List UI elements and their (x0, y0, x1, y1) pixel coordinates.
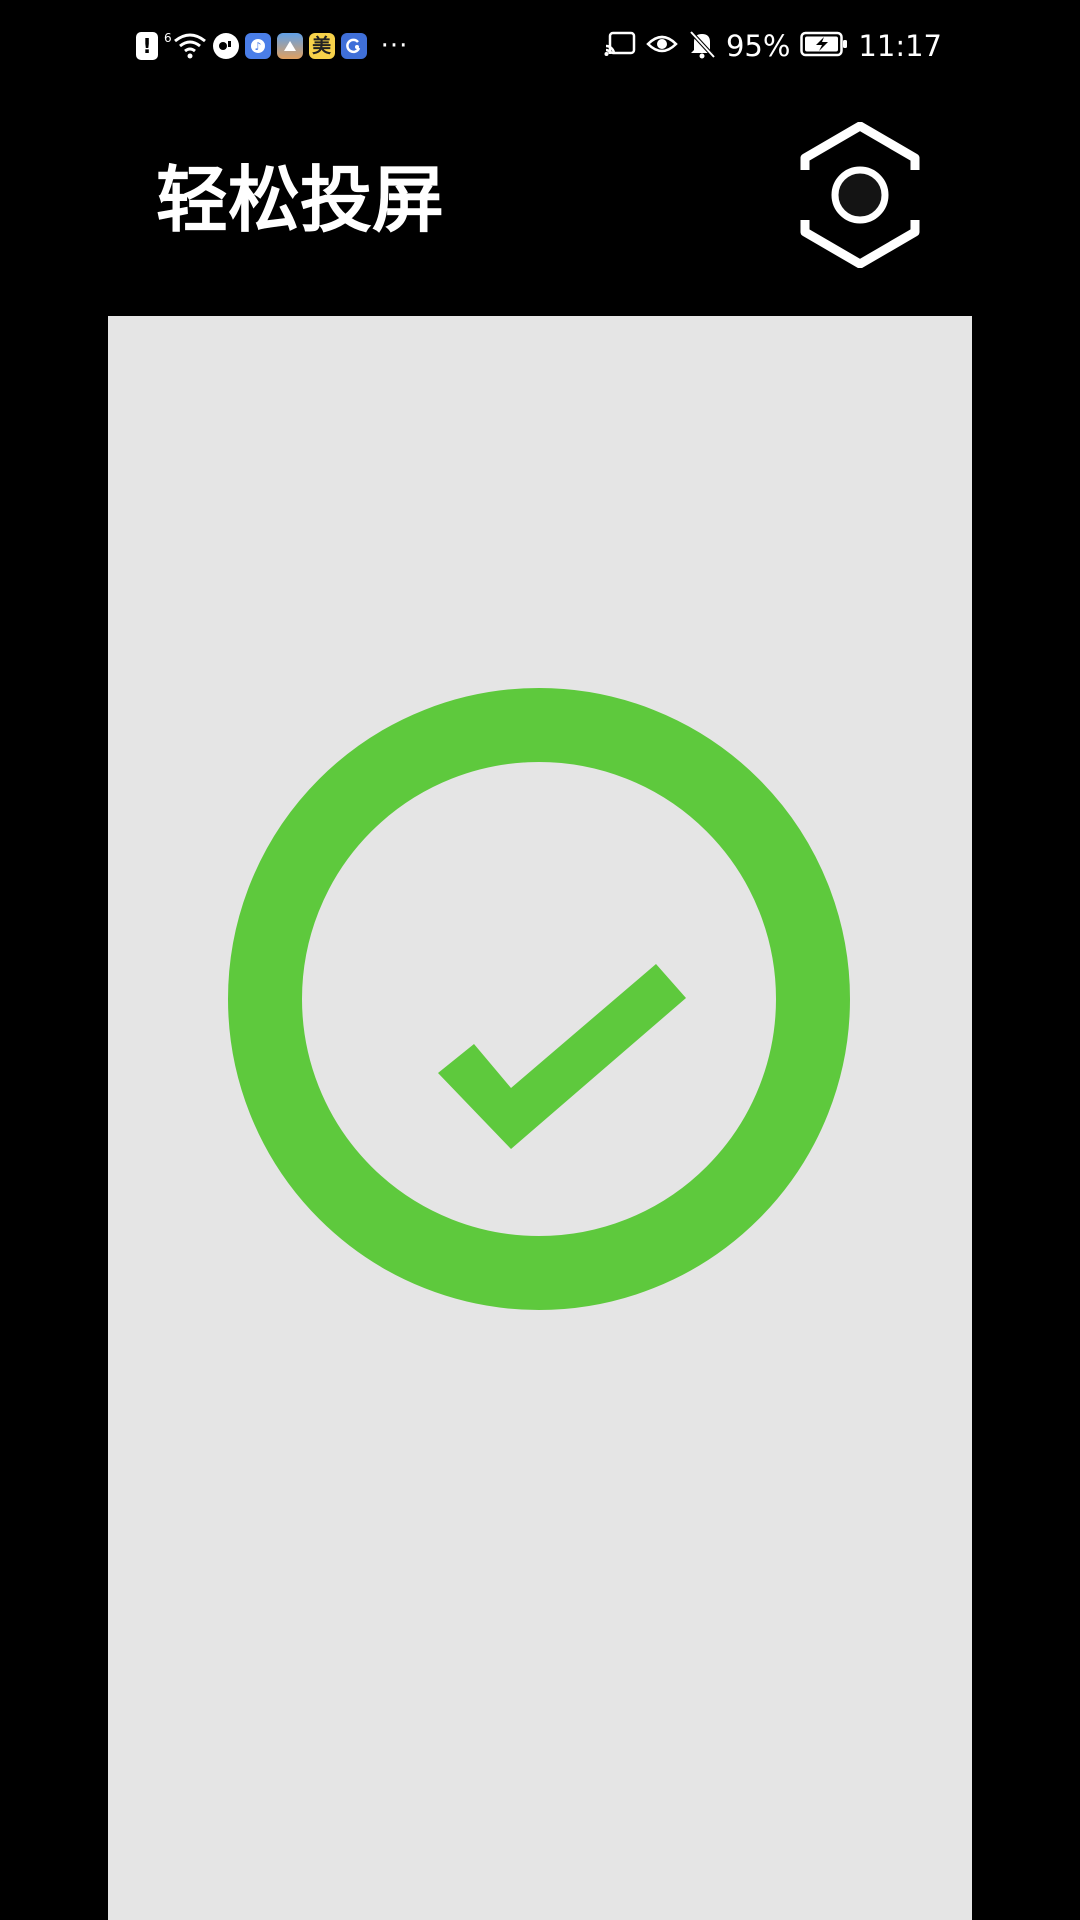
svg-text:♪: ♪ (254, 40, 261, 53)
gear-icon (800, 122, 920, 268)
battery-percent: 95% (725, 29, 791, 63)
wifi-symbol (173, 33, 206, 59)
wifi-standard-label: 6 (164, 31, 172, 45)
status-bar-left: ! 6 ♪ 美 ··· (136, 28, 408, 64)
status-bar: ! 6 ♪ 美 ··· 95% 11:17 (0, 0, 1080, 92)
app-icon-1 (212, 33, 239, 59)
cast-icon (604, 30, 636, 62)
app-icon-3 (276, 33, 303, 59)
alert-icon: ! (136, 32, 158, 60)
settings-button[interactable] (795, 122, 925, 268)
clock: 11:17 (858, 29, 942, 63)
eye-comfort-icon (646, 32, 678, 60)
page-title: 轻松投屏 (156, 158, 445, 242)
app-icon-4 (340, 33, 367, 59)
meituan-icon: 美 (308, 33, 335, 59)
content-panel (108, 316, 972, 1920)
battery-charging-icon (800, 31, 848, 61)
success-check-icon (228, 688, 850, 1310)
mute-bell-icon (688, 29, 716, 63)
app-icon-2: ♪ (244, 33, 271, 59)
screen: ! 6 ♪ 美 ··· 95% 11:17 轻松投屏 (0, 0, 1080, 1920)
status-bar-right: 95% 11:17 (604, 28, 942, 64)
more-notifications-icon: ··· (380, 31, 409, 61)
wifi-6-icon: 6 (164, 32, 207, 60)
